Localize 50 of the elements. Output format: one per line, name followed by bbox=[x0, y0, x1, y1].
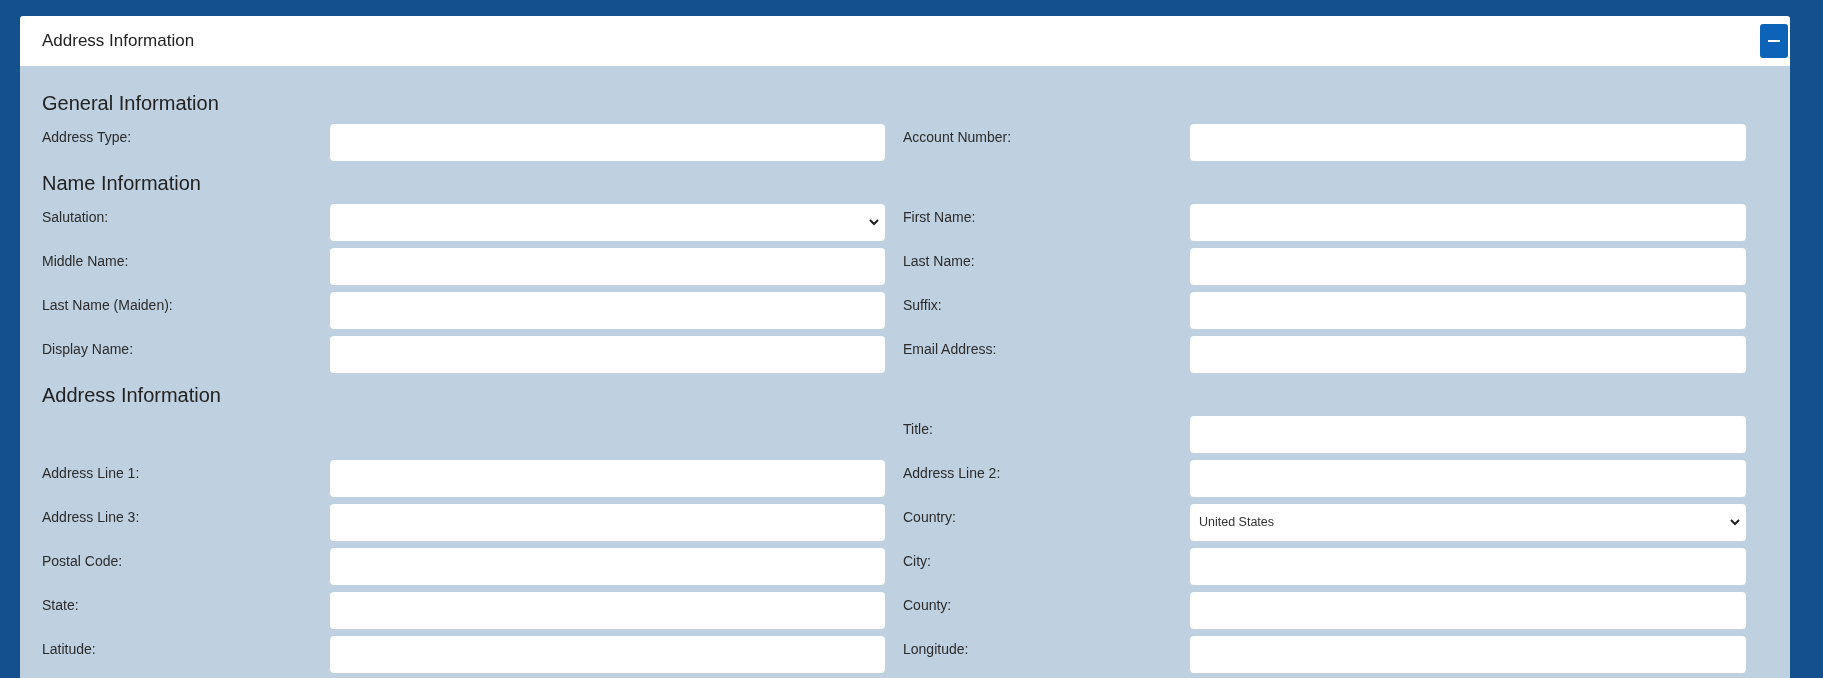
field-label: First Name: bbox=[903, 209, 976, 225]
section-heading: General Information bbox=[42, 91, 219, 116]
text-field[interactable] bbox=[1190, 548, 1746, 585]
field-label: Address Line 1: bbox=[42, 465, 140, 481]
text-field[interactable] bbox=[1190, 204, 1746, 241]
minus-icon bbox=[1768, 40, 1780, 42]
section-heading: Address Information bbox=[42, 383, 221, 408]
field-label: State: bbox=[42, 597, 79, 613]
text-field[interactable] bbox=[330, 636, 885, 673]
text-field[interactable] bbox=[1190, 124, 1746, 161]
field-label: Suffix: bbox=[903, 297, 942, 313]
field-label: Address Type: bbox=[42, 129, 132, 145]
field-label: Salutation: bbox=[42, 209, 109, 225]
dropdown[interactable] bbox=[330, 204, 885, 241]
field-label: Email Address: bbox=[903, 341, 997, 357]
chevron-down-icon bbox=[869, 219, 879, 226]
text-field[interactable] bbox=[330, 292, 885, 329]
field-label: Longitude: bbox=[903, 641, 969, 657]
collapse-button[interactable] bbox=[1760, 24, 1788, 58]
field-label: County: bbox=[903, 597, 952, 613]
text-field[interactable] bbox=[1190, 460, 1746, 497]
text-field[interactable] bbox=[1190, 416, 1746, 453]
field-label: Address Line 2: bbox=[903, 465, 1001, 481]
text-field[interactable] bbox=[1190, 636, 1746, 673]
text-field[interactable] bbox=[330, 336, 885, 373]
field-label: Last Name (Maiden): bbox=[42, 297, 173, 313]
section-heading: Name Information bbox=[42, 171, 201, 196]
text-field[interactable] bbox=[1190, 248, 1746, 285]
field-label: Display Name: bbox=[42, 341, 134, 357]
dropdown[interactable]: United States bbox=[1190, 504, 1746, 541]
field-label: Postal Code: bbox=[42, 553, 123, 569]
field-label: City: bbox=[903, 553, 931, 569]
field-label: Title: bbox=[903, 421, 933, 437]
text-field[interactable] bbox=[330, 548, 885, 585]
field-label: Middle Name: bbox=[42, 253, 129, 269]
text-field[interactable] bbox=[330, 124, 885, 161]
text-field[interactable] bbox=[330, 248, 885, 285]
text-field[interactable] bbox=[330, 592, 885, 629]
text-field[interactable] bbox=[1190, 336, 1746, 373]
field-label: Country: bbox=[903, 509, 956, 525]
text-field[interactable] bbox=[1190, 592, 1746, 629]
field-label: Last Name: bbox=[903, 253, 975, 269]
field-label: Latitude: bbox=[42, 641, 96, 657]
chevron-down-icon bbox=[1730, 519, 1740, 526]
field-label: Address Line 3: bbox=[42, 509, 140, 525]
text-field[interactable] bbox=[330, 460, 885, 497]
field-label: Account Number: bbox=[903, 129, 1012, 145]
panel-title: Address Information bbox=[42, 30, 195, 53]
text-field[interactable] bbox=[330, 504, 885, 541]
text-field[interactable] bbox=[1190, 292, 1746, 329]
